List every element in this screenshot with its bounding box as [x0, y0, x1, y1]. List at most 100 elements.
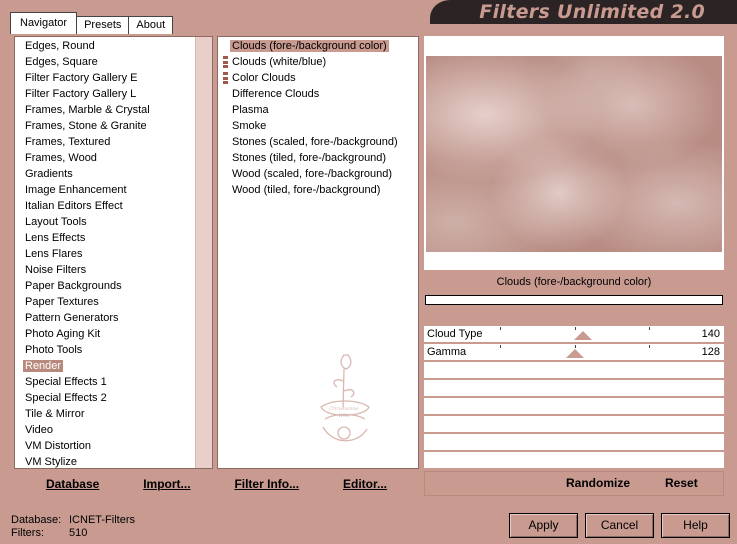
- parameter-list: Cloud Type 140 Gamma 128: [424, 326, 724, 470]
- list-actions-bar: Database Import... Filter Info... Editor…: [14, 471, 419, 496]
- randomize-button[interactable]: Randomize: [566, 476, 630, 490]
- category-item[interactable]: Filter Factory Gallery L: [15, 86, 212, 102]
- category-label: Special Effects 1: [25, 376, 107, 388]
- category-item[interactable]: Frames, Stone & Granite: [15, 118, 212, 134]
- slider-thumb[interactable]: [566, 349, 584, 358]
- param-label: Cloud Type: [427, 328, 483, 340]
- filter-item[interactable]: Stones (tiled, fore-/background): [218, 150, 418, 166]
- category-label: Lens Flares: [25, 248, 83, 260]
- filter-label: Wood (scaled, fore-/background): [232, 168, 392, 180]
- category-item[interactable]: Photo Tools: [15, 342, 212, 358]
- preview-actions-bar: Randomize Reset: [424, 471, 724, 496]
- category-item[interactable]: Image Enhancement: [15, 182, 212, 198]
- category-label: Image Enhancement: [25, 184, 127, 196]
- filter-marker-icon: [223, 72, 228, 84]
- category-item[interactable]: Noise Filters: [15, 262, 212, 278]
- slider-thumb[interactable]: [573, 331, 592, 340]
- category-item[interactable]: Lens Flares: [15, 246, 212, 262]
- category-item[interactable]: Pattern Generators: [15, 310, 212, 326]
- category-item[interactable]: Paper Textures: [15, 294, 212, 310]
- filter-item[interactable]: Smoke: [218, 118, 418, 134]
- category-label: Render: [23, 360, 64, 372]
- category-item[interactable]: Frames, Marble & Crystal: [15, 102, 212, 118]
- category-item[interactable]: Render: [15, 358, 212, 374]
- filter-label: Stones (scaled, fore-/background): [232, 136, 398, 148]
- import-button[interactable]: Import...: [143, 477, 190, 491]
- filter-item[interactable]: Difference Clouds: [218, 86, 418, 102]
- category-list-panel: Edges, Round Edges, Square Filter Factory …: [14, 36, 213, 469]
- filter-info-button[interactable]: Filter Info...: [234, 477, 299, 491]
- category-item[interactable]: Edges, Round: [15, 38, 212, 54]
- param-gamma[interactable]: Gamma 128: [424, 344, 724, 362]
- category-item[interactable]: VM Distortion: [15, 438, 212, 454]
- preview-image[interactable]: [426, 56, 722, 252]
- database-button[interactable]: Database: [46, 477, 99, 491]
- help-button[interactable]: Help: [661, 513, 730, 538]
- category-item[interactable]: Filter Factory Gallery E: [15, 70, 212, 86]
- filter-label: Color Clouds: [232, 72, 296, 84]
- preview-frame: [424, 36, 724, 270]
- category-item[interactable]: VM Stylize: [15, 454, 212, 468]
- category-label: VM Stylize: [25, 456, 77, 468]
- category-label: Paper Textures: [25, 296, 99, 308]
- tab-strip: Navigator Presets About: [10, 12, 174, 34]
- category-item[interactable]: Photo Aging Kit: [15, 326, 212, 342]
- category-label: Filter Factory Gallery L: [25, 88, 137, 100]
- filter-item[interactable]: Plasma: [218, 102, 418, 118]
- tab-presets[interactable]: Presets: [76, 16, 130, 34]
- category-item[interactable]: Video: [15, 422, 212, 438]
- tab-navigator[interactable]: Navigator: [10, 12, 78, 34]
- category-label: Lens Effects: [25, 232, 86, 244]
- category-label: Special Effects 2: [25, 392, 107, 404]
- category-item[interactable]: Lens Effects: [15, 230, 212, 246]
- filter-item[interactable]: Clouds (white/blue): [218, 54, 418, 70]
- category-label: Edges, Round: [25, 40, 95, 52]
- tab-about[interactable]: About: [128, 16, 174, 34]
- filter-list-panel: Clouds (fore-/background color) Clouds (w…: [217, 36, 419, 469]
- filter-item[interactable]: Stones (scaled, fore-/background): [218, 134, 418, 150]
- category-item[interactable]: Italian Editors Effect: [15, 198, 212, 214]
- category-item[interactable]: Special Effects 2: [15, 390, 212, 406]
- progress-bar: [425, 295, 723, 305]
- category-label: Filter Factory Gallery E: [25, 72, 138, 84]
- category-label: Frames, Textured: [25, 136, 111, 148]
- category-label: Gradients: [25, 168, 73, 180]
- empty-param-slot: [424, 434, 724, 452]
- category-item[interactable]: Frames, Textured: [15, 134, 212, 150]
- empty-param-slot: [424, 416, 724, 434]
- category-label: Italian Editors Effect: [25, 200, 123, 212]
- filter-item[interactable]: Clouds (fore-/background color): [218, 38, 418, 54]
- category-scrollbar[interactable]: [195, 37, 212, 468]
- category-item[interactable]: Layout Tools: [15, 214, 212, 230]
- category-label: VM Distortion: [25, 440, 92, 452]
- filter-item[interactable]: Wood (scaled, fore-/background): [218, 166, 418, 182]
- reset-button[interactable]: Reset: [665, 476, 698, 490]
- selected-filter-name: Clouds (fore-/background color): [424, 272, 724, 292]
- cancel-button[interactable]: Cancel: [585, 513, 654, 538]
- category-label: Photo Aging Kit: [25, 328, 101, 340]
- empty-param-slot: [424, 398, 724, 416]
- apply-button[interactable]: Apply: [509, 513, 578, 538]
- category-label: Video: [25, 424, 53, 436]
- category-item[interactable]: Edges, Square: [15, 54, 212, 70]
- empty-param-slot: [424, 362, 724, 380]
- category-item[interactable]: Frames, Wood: [15, 150, 212, 166]
- svg-text:Wim: Wim: [338, 413, 350, 419]
- category-label: Paper Backgrounds: [25, 280, 122, 292]
- category-label: Frames, Stone & Granite: [25, 120, 147, 132]
- category-item[interactable]: Tile & Mirror: [15, 406, 212, 422]
- category-item[interactable]: Special Effects 1: [15, 374, 212, 390]
- category-item[interactable]: Paper Backgrounds: [15, 278, 212, 294]
- editor-button[interactable]: Editor...: [343, 477, 387, 491]
- filter-item[interactable]: Wood (tiled, fore-/background): [218, 182, 418, 198]
- filter-item[interactable]: Color Clouds: [218, 70, 418, 86]
- filter-label: Smoke: [232, 120, 267, 132]
- param-cloud-type[interactable]: Cloud Type 140: [424, 326, 724, 344]
- filter-label: Wood (tiled, fore-/background): [232, 184, 381, 196]
- param-label: Gamma: [427, 346, 467, 358]
- category-label: Layout Tools: [25, 216, 87, 228]
- database-value: ICNET-Filters: [69, 514, 135, 526]
- watermark-logo: Christianne Wim: [320, 354, 370, 442]
- app-title: Filters Unlimited 2.0: [479, 1, 705, 23]
- category-item[interactable]: Gradients: [15, 166, 212, 182]
